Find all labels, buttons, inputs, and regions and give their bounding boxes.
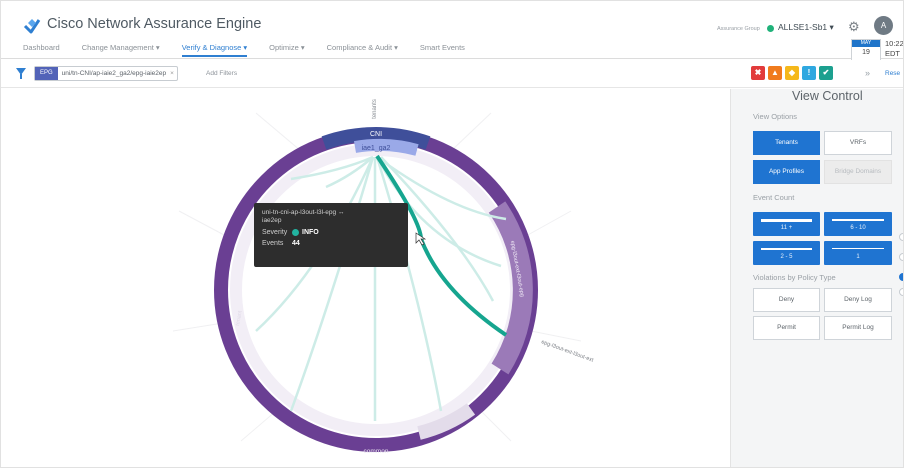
header-right: Assurance Group ALLSE1-Sb1 ▾ ⚙ A MAY 19 …: [705, 15, 903, 61]
info-severity-icon[interactable]: ✔: [819, 66, 833, 80]
vrfs-button[interactable]: VRFs: [824, 131, 892, 155]
faint-chords: [255, 155, 507, 421]
tenants-button[interactable]: Tenants: [753, 131, 820, 155]
deny-log-button[interactable]: Deny Log: [824, 288, 892, 312]
tooltip-events-value: 44: [292, 240, 300, 247]
event-count-bar: [832, 248, 884, 249]
time-display: 10:22 A EDT: [885, 39, 904, 59]
event-count-label-2: 6 - 10: [850, 225, 866, 231]
cisco-logo-icon: [23, 19, 41, 34]
reset-link[interactable]: Rese: [885, 70, 900, 77]
add-filters-input[interactable]: Add Filters: [206, 70, 237, 77]
bridge-domains-button[interactable]: Bridge Domains: [824, 160, 892, 184]
scroll-dot[interactable]: [899, 288, 903, 296]
tooltip-severity-label: Severity: [262, 229, 288, 236]
event-count-label-3: 2 - 5: [780, 254, 793, 260]
view-control-panel: View Control View Options Tenants VRFs A…: [730, 89, 903, 467]
segment-common-label: common: [364, 448, 389, 455]
major-severity-icon[interactable]: ▲: [768, 66, 782, 80]
segment-inner-label: iae1_ga2: [362, 145, 391, 152]
app-window: Cisco Network Assurance Engine Dashboard…: [0, 0, 904, 468]
assurance-group-dropdown[interactable]: ALLSE1-Sb1 ▾: [778, 22, 834, 33]
event-count-6-10-button[interactable]: 6 - 10: [824, 212, 892, 236]
warning-severity-icon[interactable]: !: [802, 66, 816, 80]
time-line-1: 10:22 A: [885, 39, 904, 48]
tooltip-events-label: Events: [262, 240, 284, 247]
nav-compliance-audit[interactable]: Compliance & Audit ▾: [327, 43, 398, 52]
event-count-2-5-button[interactable]: 2 - 5: [753, 241, 820, 265]
tenants-axis-label: tenants: [372, 99, 378, 119]
filter-icon[interactable]: [16, 68, 26, 79]
critical-severity-icon[interactable]: ✖: [751, 66, 765, 80]
tooltip-events-row: Events 44: [262, 240, 400, 247]
page-scroll-indicator[interactable]: [899, 233, 903, 303]
chord-tooltip: uni-tn-cni-ap-l3out-l3l-epg ↔ iae2ep Sev…: [254, 203, 408, 267]
assurance-group-label: Assurance Group: [717, 26, 760, 32]
chord-diagram-canvas: tenants CNI iae1_ga2 common epg-l3out-ex…: [1, 89, 729, 467]
event-count-11-plus-button[interactable]: 11 +: [753, 212, 820, 236]
nav-change-management[interactable]: Change Management ▾: [82, 43, 160, 52]
tooltip-severity-value: INFO: [302, 229, 319, 236]
top-header: Cisco Network Assurance Engine Dashboard…: [1, 1, 903, 61]
outer-right-label: epg-l3out-ext-l3out-ext: [540, 339, 594, 364]
event-count-label: Event Count: [753, 193, 795, 202]
permit-log-button[interactable]: Permit Log: [824, 316, 892, 340]
filter-bar: EPG uni/tn-CNI/ap-iaie2_ga2/epg-iaie2ep …: [1, 60, 903, 88]
filter-chip-key: EPG: [35, 67, 58, 80]
close-icon[interactable]: ×: [170, 70, 177, 77]
time-line-2: EDT: [885, 49, 900, 58]
deny-button[interactable]: Deny: [753, 288, 820, 312]
scroll-dot-active[interactable]: [899, 273, 903, 281]
scroll-dot[interactable]: [899, 233, 903, 241]
event-count-bar: [761, 219, 812, 222]
date-picker[interactable]: MAY 19: [851, 39, 881, 61]
permit-button[interactable]: Permit: [753, 316, 820, 340]
nav-smart-events[interactable]: Smart Events: [420, 43, 465, 52]
event-count-1-button[interactable]: 1: [824, 241, 892, 265]
app-profiles-button[interactable]: App Profiles: [753, 160, 820, 184]
nav-optimize[interactable]: Optimize ▾: [269, 43, 304, 52]
minor-severity-icon[interactable]: ◆: [785, 66, 799, 80]
app-title: Cisco Network Assurance Engine: [47, 16, 262, 32]
collapse-panel-icon[interactable]: »: [865, 68, 870, 78]
info-status-icon: [292, 229, 299, 236]
view-options-label: View Options: [753, 112, 798, 121]
nav-verify-diagnose[interactable]: Verify & Diagnose ▾: [181, 43, 248, 57]
chord-diagram: tenants CNI iae1_ga2 common epg-l3out-ex…: [172, 99, 595, 455]
gear-icon[interactable]: ⚙: [848, 19, 860, 35]
segment-cni-label: CNI: [370, 131, 382, 138]
main-nav: Dashboard Change Management ▾ Verify & D…: [23, 43, 487, 57]
event-count-label-1: 11 +: [780, 225, 793, 231]
tooltip-title-1: uni-tn-cni-ap-l3out-l3l-epg ↔: [262, 209, 345, 216]
scroll-dot[interactable]: [899, 253, 903, 261]
violations-label: Violations by Policy Type: [753, 273, 836, 282]
assurance-group-status-icon: [767, 25, 774, 32]
tooltip-title-2: iae2ep: [262, 217, 282, 224]
panel-title: View Control: [792, 89, 863, 103]
tooltip-severity-row: Severity INFO: [262, 229, 400, 236]
filter-chip[interactable]: EPG uni/tn-CNI/ap-iaie2_ga2/epg-iaie2ep …: [34, 66, 178, 81]
nav-dashboard[interactable]: Dashboard: [23, 43, 60, 52]
date-month: MAY: [852, 40, 880, 47]
event-count-bar: [761, 248, 812, 250]
avatar[interactable]: A: [874, 16, 893, 35]
date-day: 19: [862, 49, 870, 56]
filter-chip-value: uni/tn-CNI/ap-iaie2_ga2/epg-iaie2ep: [61, 70, 167, 77]
event-count-bar: [832, 219, 884, 221]
event-count-label-4: 1: [856, 254, 860, 260]
